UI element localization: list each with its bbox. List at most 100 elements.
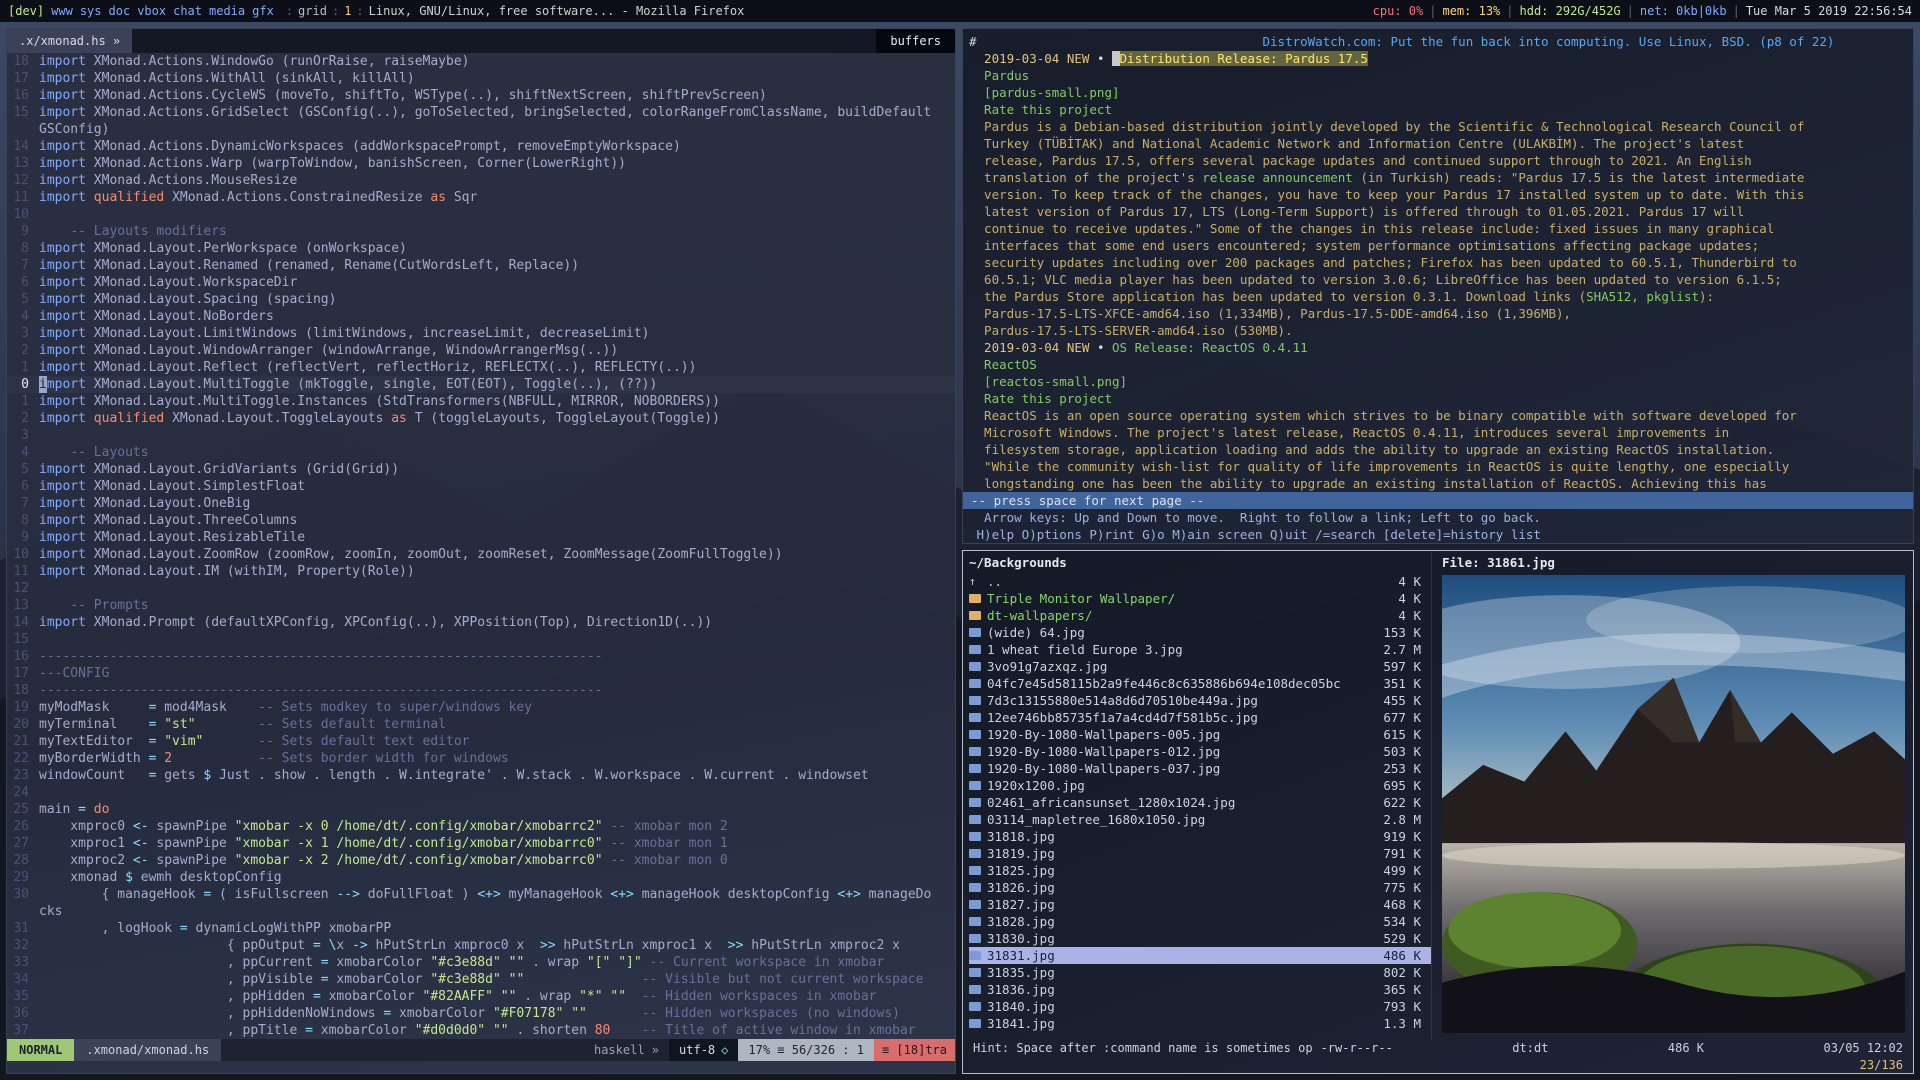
code-line[interactable]: 5import XMonad.Layout.GridVariants (Grid…	[7, 461, 955, 478]
code-line[interactable]: 20myTerminal = "st" -- Sets default term…	[7, 716, 955, 733]
code-line[interactable]: 17import XMonad.Actions.WithAll (sinkAll…	[7, 70, 955, 87]
code-line[interactable]: 16import XMonad.Actions.CycleWS (moveTo,…	[7, 87, 955, 104]
lynx-link[interactable]: Pardus	[969, 68, 1029, 83]
code-line[interactable]: 27 xmproc1 <- spawnPipe "xmobar -x 1 /ho…	[7, 835, 955, 852]
code-line[interactable]: 14import XMonad.Actions.DynamicWorkspace…	[7, 138, 955, 155]
lynx-link[interactable]: Distribution Release: Pardus 17.5	[1120, 51, 1368, 66]
code-line[interactable]: 3import XMonad.Layout.LimitWindows (limi…	[7, 325, 955, 342]
code-line[interactable]: 7import XMonad.Layout.OneBig	[7, 495, 955, 512]
file-row[interactable]: 31835.jpg802 K	[969, 964, 1431, 981]
code-line[interactable]: 22myBorderWidth = 2 -- Sets border width…	[7, 750, 955, 767]
workspace-tag[interactable]: gfx	[252, 4, 274, 18]
file-row[interactable]: 31840.jpg793 K	[969, 998, 1431, 1015]
code-line[interactable]: 37 , ppTitle = xmobarColor "#d0d0d0" "" …	[7, 1022, 955, 1039]
file-row[interactable]: 31830.jpg529 K	[969, 930, 1431, 947]
code-line[interactable]: 35 , ppHidden = xmobarColor "#82AAFF" ""…	[7, 988, 955, 1005]
code-line[interactable]: 31 , logHook = dynamicLogWithPP xmobarPP	[7, 920, 955, 937]
code-line[interactable]: 10import XMonad.Layout.ZoomRow (zoomRow,…	[7, 546, 955, 563]
code-line[interactable]: 33 , ppCurrent = xmobarColor "#c3e88d" "…	[7, 954, 955, 971]
code-line[interactable]: 0import XMonad.Layout.MultiToggle (mkTog…	[7, 376, 955, 393]
code-line[interactable]: 12import XMonad.Actions.MouseResize	[7, 172, 955, 189]
code-line[interactable]: 36 , ppHiddenNoWindows = xmobarColor "#F…	[7, 1005, 955, 1022]
code-line[interactable]: 29 xmonad $ ewmh desktopConfig	[7, 869, 955, 886]
file-row[interactable]: 31818.jpg919 K	[969, 828, 1431, 845]
file-row[interactable]: 7d3c13155880e514a8d6d70510be449a.jpg455 …	[969, 692, 1431, 709]
file-row[interactable]: 31827.jpg468 K	[969, 896, 1431, 913]
lynx-link[interactable]: [reactos-small.png]	[969, 374, 1127, 389]
code-line[interactable]: 15import XMonad.Actions.GridSelect (GSCo…	[7, 104, 955, 121]
file-row[interactable]: 31819.jpg791 K	[969, 845, 1431, 862]
code-line[interactable]: 1import XMonad.Layout.MultiToggle.Instan…	[7, 393, 955, 410]
code-line[interactable]: 4import XMonad.Layout.NoBorders	[7, 308, 955, 325]
code-line[interactable]: 9import XMonad.Layout.ResizableTile	[7, 529, 955, 546]
file-row[interactable]: 31828.jpg534 K	[969, 913, 1431, 930]
workspace-current[interactable]: [dev]	[8, 4, 44, 18]
code-line[interactable]: 25main = do	[7, 801, 955, 818]
file-row[interactable]: 31826.jpg775 K	[969, 879, 1431, 896]
lynx-link[interactable]: OS Release: ReactOS 0.4.11	[1112, 340, 1308, 355]
file-row[interactable]: 1920x1200.jpg695 K	[969, 777, 1431, 794]
code-line[interactable]: 24	[7, 784, 955, 801]
code-line[interactable]: 4 -- Layouts	[7, 444, 955, 461]
code-line[interactable]: 2import qualified XMonad.Layout.ToggleLa…	[7, 410, 955, 427]
code-line[interactable]: 21myTextEditor = "vim" -- Sets default t…	[7, 733, 955, 750]
code-line[interactable]: 6import XMonad.Layout.SimplestFloat	[7, 478, 955, 495]
lynx-link[interactable]: pkglist	[1646, 289, 1699, 304]
file-row[interactable]: 3vo91g7azxqz.jpg597 K	[969, 658, 1431, 675]
code-line[interactable]: 3	[7, 427, 955, 444]
workspace-tag[interactable]: chat	[173, 4, 202, 18]
file-row[interactable]: 12ee746bb85735f1a7a4cd4d7f581b5c.jpg677 …	[969, 709, 1431, 726]
code-line[interactable]: 16--------------------------------------…	[7, 648, 955, 665]
file-row[interactable]: ↑..4 K	[969, 573, 1431, 590]
directory-row[interactable]: Triple Monitor Wallpaper/4 K	[969, 590, 1431, 607]
code-line[interactable]: 8import XMonad.Layout.ThreeColumns	[7, 512, 955, 529]
file-row[interactable]: 31841.jpg1.3 M	[969, 1015, 1431, 1032]
code-line[interactable]: 8import XMonad.Layout.PerWorkspace (onWo…	[7, 240, 955, 257]
workspace-tag[interactable]: sys	[80, 4, 102, 18]
code-line[interactable]: 1import XMonad.Layout.Reflect (reflectVe…	[7, 359, 955, 376]
file-row[interactable]: 31836.jpg365 K	[969, 981, 1431, 998]
layout-indicator[interactable]: grid	[298, 4, 327, 18]
workspace-tag[interactable]: media	[209, 4, 245, 18]
file-row[interactable]: 1 wheat field Europe 3.jpg2.7 M	[969, 641, 1431, 658]
lynx-link[interactable]: release announcement	[1202, 170, 1353, 185]
file-row[interactable]: (wide) 64.jpg153 K	[969, 624, 1431, 641]
code-line[interactable]: GSConfig)	[7, 121, 955, 138]
file-row[interactable]: 02461_africansunset_1280x1024.jpg622 K	[969, 794, 1431, 811]
lynx-link[interactable]: SHA512	[1586, 289, 1631, 304]
code-line[interactable]: 11import XMonad.Layout.IM (withIM, Prope…	[7, 563, 955, 580]
workspace-tag[interactable]: vbox	[137, 4, 166, 18]
lynx-link[interactable]: [pardus-small.png]	[969, 85, 1120, 100]
directory-row[interactable]: dt-wallpapers/4 K	[969, 607, 1431, 624]
code-line[interactable]: 2import XMonad.Layout.WindowArranger (wi…	[7, 342, 955, 359]
workspace-tag[interactable]: www	[51, 4, 73, 18]
code-line[interactable]: cks	[7, 903, 955, 920]
code-line[interactable]: 6import XMonad.Layout.WorkspaceDir	[7, 274, 955, 291]
code-line[interactable]: 17---CONFIG	[7, 665, 955, 682]
file-row[interactable]: 03114_mapletree_1680x1050.jpg2.8 M	[969, 811, 1431, 828]
code-line[interactable]: 14import XMonad.Prompt (defaultXPConfig,…	[7, 614, 955, 631]
code-line[interactable]: 18import XMonad.Actions.WindowGo (runOrR…	[7, 53, 955, 70]
code-line[interactable]: 32 { ppOutput = \x -> hPutStrLn xmproc0 …	[7, 937, 955, 954]
file-row[interactable]: 31825.jpg499 K	[969, 862, 1431, 879]
file-row[interactable]: 31831.jpg486 K	[969, 947, 1431, 964]
code-line[interactable]: 34 , ppVisible = xmobarColor "#c3e88d" "…	[7, 971, 955, 988]
code-line[interactable]: 9 -- Layouts modifiers	[7, 223, 955, 240]
code-line[interactable]: 28 xmproc2 <- spawnPipe "xmobar -x 2 /ho…	[7, 852, 955, 869]
code-line[interactable]: 13 -- Prompts	[7, 597, 955, 614]
file-row[interactable]: 04fc7e45d58115b2a9fe446c8c635886b694e108…	[969, 675, 1431, 692]
code-line[interactable]: 30 { manageHook = ( isFullscreen --> doF…	[7, 886, 955, 903]
code-line[interactable]: 11import qualified XMonad.Actions.Constr…	[7, 189, 955, 206]
lynx-link[interactable]: Rate this project	[969, 102, 1112, 117]
code-area[interactable]: 18import XMonad.Actions.WindowGo (runOrR…	[7, 53, 955, 1039]
code-line[interactable]: 23windowCount = gets $ Just . show . len…	[7, 767, 955, 784]
file-row[interactable]: 1920-By-1080-Wallpapers-005.jpg615 K	[969, 726, 1431, 743]
file-list[interactable]: ↑..4 KTriple Monitor Wallpaper/4 Kdt-wal…	[969, 573, 1431, 1039]
file-row[interactable]: 1920-By-1080-Wallpapers-037.jpg253 K	[969, 760, 1431, 777]
lynx-link[interactable]: ReactOS	[969, 357, 1037, 372]
code-line[interactable]: 12	[7, 580, 955, 597]
code-line[interactable]: 10	[7, 206, 955, 223]
code-line[interactable]: 15	[7, 631, 955, 648]
code-line[interactable]: 5import XMonad.Layout.Spacing (spacing)	[7, 291, 955, 308]
code-line[interactable]: 13import XMonad.Actions.Warp (warpToWind…	[7, 155, 955, 172]
